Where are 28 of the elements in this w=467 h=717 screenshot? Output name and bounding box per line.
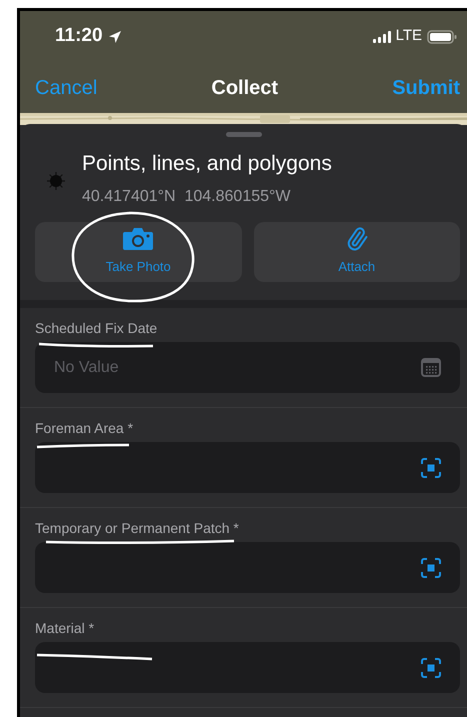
- field-label: Foreman Area *: [35, 419, 134, 437]
- calendar-icon[interactable]: [421, 358, 441, 377]
- take-photo-button[interactable]: Take Photo: [35, 222, 242, 282]
- screen-title: Collect: [211, 76, 278, 100]
- input-field[interactable]: [35, 542, 460, 593]
- date-field[interactable]: No Value: [35, 342, 460, 393]
- input-field[interactable]: [35, 642, 460, 693]
- scan-icon[interactable]: [421, 658, 441, 678]
- field-label: Material *: [35, 619, 96, 637]
- attach-button[interactable]: Attach: [254, 222, 460, 282]
- cancel-button[interactable]: Cancel: [35, 72, 98, 102]
- feature-title: Points, lines, and polygons: [82, 151, 332, 177]
- feature-coordinates: 40.417401°N 104.860155°W: [82, 187, 292, 207]
- field-label: Scheduled Fix Date: [35, 319, 158, 337]
- status-time: 11:20: [55, 24, 103, 48]
- network-label: LTE: [396, 26, 422, 46]
- camera-icon: [122, 227, 154, 252]
- point-symbol-icon: [46, 171, 66, 191]
- submit-button[interactable]: Submit: [392, 72, 460, 102]
- placeholder-text: No Value: [54, 358, 119, 378]
- location-arrow-icon: [108, 30, 122, 44]
- scan-icon[interactable]: [421, 458, 441, 478]
- battery-icon: [427, 30, 457, 44]
- signal-icon: [372, 30, 391, 42]
- field-label: Temporary or Permanent Patch *: [35, 519, 240, 537]
- scan-icon[interactable]: [421, 558, 441, 578]
- input-field[interactable]: [35, 442, 460, 493]
- drag-handle[interactable]: [226, 132, 262, 137]
